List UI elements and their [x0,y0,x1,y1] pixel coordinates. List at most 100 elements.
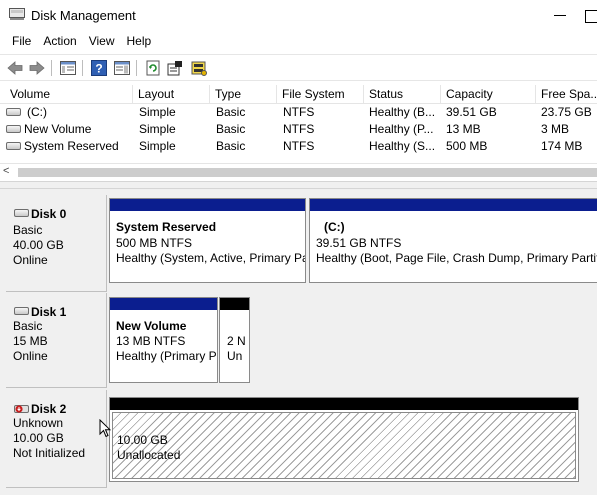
cell-layout: Simple [139,122,176,136]
partition-unallocated-small[interactable]: 2 N Un [219,297,250,383]
menu-help[interactable]: Help [121,31,158,53]
volume-icon [6,125,21,133]
maximize-button[interactable] [583,5,597,25]
disk-0-label[interactable]: Disk 0 Basic 40.00 GB Online [6,195,107,292]
disk-1-name: Disk 1 [14,305,66,319]
rescan-icon[interactable] [190,59,208,77]
partition-fs: 39.51 GB NTFS [316,236,402,250]
cell-free-space: 3 MB [541,122,570,136]
disk-1-size: 15 MB [13,334,48,348]
disk-management-icon [9,8,25,20]
toolbar-separator [82,60,83,76]
cell-volume: System Reserved [24,139,119,153]
svg-text:?: ? [95,62,102,76]
partition-bar [220,298,249,310]
column-free-space[interactable]: Free Spa... [536,85,597,104]
disk-1-type: Basic [13,319,43,333]
cell-status: Healthy (B... [369,105,436,119]
partition-c-drive[interactable]: (C:) 39.51 GB NTFS Healthy (Boot, Page F… [309,198,597,283]
cell-capacity: 13 MB [446,122,481,136]
cell-file-system: NTFS [283,122,315,136]
partition-system-reserved[interactable]: System Reserved 500 MB NTFS Healthy (Sys… [109,198,306,283]
disk-1-label[interactable]: Disk 1 Basic 15 MB Online [6,293,107,388]
disk-1-state: Online [13,349,48,363]
table-row[interactable]: (C:) Simple Basic NTFS Healthy (B... 39.… [0,104,597,121]
disk-icon [14,307,29,315]
menu-view[interactable]: View [83,31,121,53]
cell-capacity: 500 MB [446,139,488,153]
cell-capacity: 39.51 GB [446,105,497,119]
cell-volume: New Volume [24,122,92,136]
partition-name: System Reserved [116,220,217,234]
unallocated-size: 10.00 GB [117,433,168,447]
partition-new-volume[interactable]: New Volume 13 MB NTFS Healthy (Primary P [109,297,218,383]
column-status[interactable]: Status [364,85,441,104]
disk-2-name: Disk 2 [14,402,66,416]
volume-icon [6,108,21,116]
disk-2-label[interactable]: Disk 2 Unknown 10.00 GB Not Initialized [6,390,107,488]
scrollbar-thumb[interactable] [18,168,597,177]
partition-bar [110,298,217,310]
disk-icon [14,209,29,217]
cell-layout: Simple [139,139,176,153]
volume-icon [6,142,21,150]
table-row[interactable]: System Reserved Simple Basic NTFS Health… [0,138,597,155]
unallocated-hatch [112,412,576,479]
unallocated-status: Unallocated [117,448,181,462]
cell-file-system: NTFS [283,105,315,119]
disk-map: Disk 0 Basic 40.00 GB Online System Rese… [0,189,597,495]
disk-2-type: Unknown [13,416,64,430]
horizontal-scrollbar[interactable]: < [0,163,597,180]
toolbar: ? [0,54,597,81]
cell-type: Basic [216,105,246,119]
cell-file-system: NTFS [283,139,315,153]
disk-0-type: Basic [13,223,43,237]
partition-unallocated[interactable]: 10.00 GB Unallocated [109,397,579,482]
table-row[interactable]: New Volume Simple Basic NTFS Healthy (P.… [0,121,597,138]
title-bar: Disk Management [0,0,597,31]
partition-bar [110,199,305,211]
cell-free-space: 174 MB [541,139,583,153]
action-pane-icon[interactable] [113,59,131,77]
disk-2-state: Not Initialized [13,446,86,460]
partition-status: Healthy (Primary P [116,349,217,363]
volume-list-header: Volume Layout Type File System Status Ca… [0,85,597,104]
toolbar-separator [136,60,137,76]
cell-type: Basic [216,122,246,136]
cell-status: Healthy (P... [369,122,434,136]
cell-layout: Simple [139,105,176,119]
cell-volume: (C:) [27,105,47,119]
partition-bar [310,199,597,211]
properties-icon[interactable] [166,59,184,77]
scroll-left-icon[interactable]: < [3,165,9,177]
column-volume[interactable]: Volume [5,85,133,104]
cell-type: Basic [216,139,246,153]
disk-error-icon [14,405,29,413]
disk-0-name: Disk 0 [14,207,66,221]
partition-status: Healthy (System, Active, Primary Pa [116,251,306,265]
column-layout[interactable]: Layout [133,85,210,104]
refresh-icon[interactable] [144,59,162,77]
cell-status: Healthy (S... [369,139,436,153]
partition-bar [110,398,578,410]
column-capacity[interactable]: Capacity [441,85,536,104]
partition-status: Healthy (Boot, Page File, Crash Dump, Pr… [316,251,597,265]
back-icon[interactable] [6,59,24,77]
mouse-cursor-icon [99,419,111,438]
column-type[interactable]: Type [210,85,277,104]
menu-action[interactable]: Action [37,31,82,53]
disk-0-size: 40.00 GB [13,238,64,252]
partition-fs: 500 MB NTFS [116,236,193,250]
column-file-system[interactable]: File System [277,85,364,104]
console-tree-icon[interactable] [59,59,77,77]
pane-splitter[interactable] [0,181,597,189]
minimize-button[interactable] [548,5,572,25]
window-title: Disk Management [31,8,136,23]
menu-bar: File Action View Help [0,31,597,53]
menu-file[interactable]: File [6,31,37,53]
help-icon[interactable]: ? [90,59,108,77]
toolbar-separator [51,60,52,76]
forward-icon[interactable] [28,59,46,77]
cell-free-space: 23.75 GB [541,105,592,119]
partition-name: (C:) [324,220,345,234]
